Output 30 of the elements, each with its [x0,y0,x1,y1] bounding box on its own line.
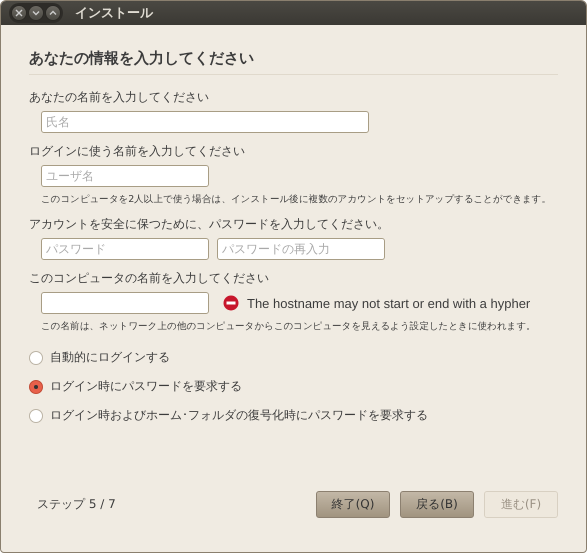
error-icon [223,295,239,311]
input-field[interactable]: パスワード [41,238,209,260]
hint-text: このコンピュータを2人以上で使う場合は、インストール後に複数のアカウントをセットアップすることができます。 [40,193,552,206]
input-field[interactable]: 氏名 [41,111,369,133]
error-message: The hostname may not start or end with a hypher [247,296,530,310]
page-heading: あなたの情報を入力してください [29,49,558,75]
option-label[interactable]: ログイン時およびホーム･フォルダの復号化時にパスワードを要求する [50,407,428,424]
radio-button[interactable] [29,408,43,422]
option-label[interactable]: 自動的にログインする [50,349,170,366]
field-label: あなたの名前を入力してください [29,89,210,106]
radio-button[interactable] [29,380,43,394]
field-label: アカウントを安全に保つために、パスワードを入力してください。 [29,216,390,233]
hint-text: この名前は、ネットワーク上の他のコンピュータからこのコンピュータを見えるよう設定したときに使われます。 [40,320,537,333]
option-label[interactable]: ログイン時にパスワードを要求する [50,378,242,395]
radio-button[interactable] [29,350,43,364]
close-icon [15,9,23,17]
input-field[interactable]: ユーザ名 [41,165,209,187]
minimize-button[interactable] [28,5,44,21]
maximize-button[interactable] [45,5,61,21]
close-button[interactable] [11,5,27,21]
input-field[interactable] [41,292,209,314]
input-field[interactable]: パスワードの再入力 [217,238,385,260]
dialog-button[interactable]: 終了(Q) [316,491,390,518]
chevron-down-icon [32,9,40,17]
field-label: このコンピュータの名前を入力してください [29,270,270,287]
field-label: ログインに使う名前を入力してください [29,143,246,160]
chevron-up-icon [49,9,57,17]
step-counter: ステップ 5 / 7 [37,496,116,513]
dialog-button[interactable]: 戻る(B) [400,491,474,518]
window-title: インストール [75,5,153,22]
